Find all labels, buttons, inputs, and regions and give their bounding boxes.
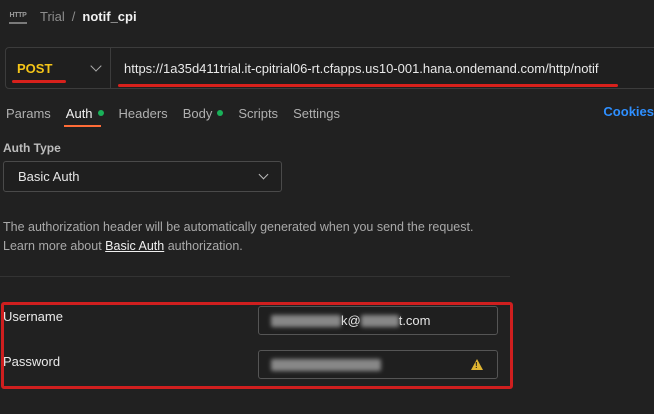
divider — [0, 276, 510, 277]
auth-description: The authorization header will be automat… — [3, 218, 513, 256]
warning-icon[interactable] — [471, 359, 483, 370]
tab-label: Body — [182, 105, 213, 121]
request-editor: HTTP Trial / notif_cpi POST https://1a35… — [0, 0, 654, 414]
cookies-link[interactable]: Cookies — [603, 104, 654, 119]
description-prefix: Learn more about — [3, 239, 102, 253]
tab-headers[interactable]: Headers — [119, 106, 168, 121]
tab-body[interactable]: Body — [183, 106, 224, 121]
auth-type-label: Auth Type — [3, 141, 61, 155]
tab-label: Settings — [293, 105, 341, 121]
description-line: Learn more about Basic Auth authorizatio… — [3, 237, 513, 256]
request-name[interactable]: notif_cpi — [82, 9, 136, 24]
username-label: Username — [3, 309, 63, 324]
request-bar: POST https://1a35d411trial.it-cpitrial06… — [5, 47, 654, 89]
active-tab-indicator — [64, 125, 101, 127]
chevron-down-icon — [90, 60, 102, 72]
tab-auth[interactable]: Auth — [66, 106, 104, 121]
auth-type-value: Basic Auth — [18, 169, 80, 184]
password-field[interactable] — [258, 350, 498, 379]
username-visible-text: t.com — [398, 313, 431, 328]
tab-label: Scripts — [238, 105, 279, 121]
description-line: The authorization header will be automat… — [3, 220, 474, 234]
method-select[interactable]: POST — [6, 48, 111, 88]
url-input[interactable]: https://1a35d411trial.it-cpitrial06-rt.c… — [111, 61, 599, 76]
redacted-text — [271, 358, 381, 371]
description-suffix: authorization. — [167, 239, 243, 253]
breadcrumb-workspace[interactable]: Trial — [40, 9, 65, 24]
tab-label: Auth — [65, 105, 93, 121]
tab-label: Headers — [118, 105, 168, 121]
annotation-underline-method — [12, 80, 66, 83]
password-label: Password — [3, 354, 61, 369]
tab-label: Params — [6, 105, 51, 121]
annotation-underline-url — [118, 84, 618, 87]
http-request-icon: HTTP — [9, 8, 27, 24]
chevron-down-icon — [258, 169, 269, 180]
tab-settings[interactable]: Settings — [293, 106, 340, 121]
redacted-text — [360, 314, 399, 327]
auth-type-select[interactable]: Basic Auth — [3, 161, 282, 192]
breadcrumb-separator: / — [71, 8, 76, 24]
tab-scripts[interactable]: Scripts — [238, 106, 278, 121]
username-visible-text: k@ — [341, 313, 361, 328]
request-tabs: Params Auth Headers Body Scripts Setting… — [6, 104, 355, 122]
status-dot-icon — [217, 110, 224, 116]
tab-params[interactable]: Params — [6, 106, 51, 121]
method-label: POST — [17, 60, 53, 76]
breadcrumb: HTTP Trial / notif_cpi — [9, 6, 137, 26]
status-dot-icon — [97, 110, 104, 116]
basic-auth-link[interactable]: Basic Auth — [105, 239, 164, 253]
redacted-text — [271, 314, 341, 327]
username-field[interactable]: k@ t.com — [258, 306, 498, 335]
